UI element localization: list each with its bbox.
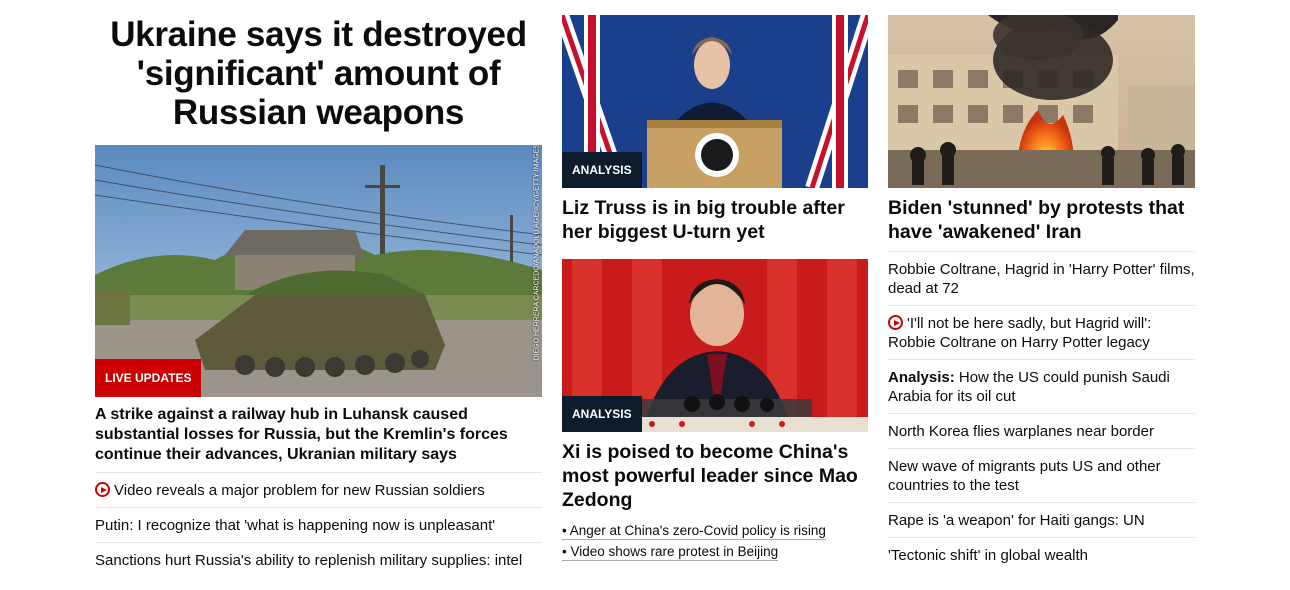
list-item: 'I'll not be here sadly, but Hagrid will… [888,305,1195,359]
bullet-link[interactable]: • Anger at China's zero-Covid policy is … [562,522,826,540]
lead-related-links: Video reveals a major problem for new Ru… [95,472,542,577]
headline-link-text: 'I'll not be here sadly, but Hagrid will… [888,315,1152,351]
list-item: North Korea flies warplanes near border [888,413,1195,448]
related-link[interactable]: Putin: I recognize that 'what is happeni… [95,517,495,534]
lead-story-headline[interactable]: A strike against a railway hub in Luhans… [95,405,542,465]
truss-story-image[interactable]: ANALYSIS [562,15,868,188]
list-item: Rape is 'a weapon' for Haiti gangs: UN [888,502,1195,537]
list-item: Video reveals a major problem for new Ru… [95,472,542,507]
xi-story-headline[interactable]: Xi is poised to become China's most powe… [562,440,868,512]
headline-link[interactable]: North Korea flies warplanes near border [888,423,1154,440]
list-item: New wave of migrants puts US and other c… [888,448,1195,502]
lead-story: Ukraine says it destroyed 'significant' … [95,0,542,577]
list-item: Analysis: How the US could punish Saudi … [888,359,1195,413]
headline-link[interactable]: Analysis: How the US could punish Saudi … [888,369,1170,405]
list-item: Sanctions hurt Russia's ability to reple… [95,542,542,577]
related-link[interactable]: Video reveals a major problem for new Ru… [95,482,485,499]
photo-credit: DIEGO HERRERA CARCEDO/ANADOLU AGENCY/GET… [533,145,541,361]
headline-link[interactable]: New wave of migrants puts US and other c… [888,458,1161,494]
analysis-badge: ANALYSIS [562,152,642,188]
protest-fire-photo [888,15,1195,188]
xi-story-image[interactable]: ANALYSIS [562,259,868,432]
list-item: 'Tectonic shift' in global wealth [888,537,1195,572]
analysis-badge: ANALYSIS [562,396,642,432]
lead-story-title-link[interactable]: Ukraine says it destroyed 'significant' … [110,15,527,132]
xi-story-bullets: • Anger at China's zero-Covid policy is … [562,522,868,561]
headline-link[interactable]: Rape is 'a weapon' for Haiti gangs: UN [888,512,1145,529]
iran-story-image[interactable] [888,15,1195,188]
list-item: Putin: I recognize that 'what is happeni… [95,507,542,542]
bullet-link[interactable]: • Video shows rare protest in Beijing [562,543,779,561]
list-item: Robbie Coltrane, Hagrid in 'Harry Potter… [888,251,1195,305]
lead-story-image[interactable]: DIEGO HERRERA CARCEDO/ANADOLU AGENCY/GET… [95,145,542,397]
related-link-text: Video reveals a major problem for new Ru… [114,482,485,499]
related-link[interactable]: Sanctions hurt Russia's ability to reple… [95,552,522,569]
headline-link[interactable]: Robbie Coltrane, Hagrid in 'Harry Potter… [888,261,1195,297]
right-headline-list: Robbie Coltrane, Hagrid in 'Harry Potter… [888,251,1195,572]
headline-link[interactable]: 'Tectonic shift' in global wealth [888,547,1088,564]
analysis-label: Analysis: [888,369,955,386]
play-icon [95,482,110,497]
right-column: Biden 'stunned' by protests that have 'a… [888,0,1195,572]
live-updates-badge: LIVE UPDATES [95,359,202,397]
iran-story-headline[interactable]: Biden 'stunned' by protests that have 'a… [888,196,1195,244]
middle-column: ANALYSIS Liz Truss is in big trouble aft… [562,0,868,564]
headline-link[interactable]: 'I'll not be here sadly, but Hagrid will… [888,315,1151,351]
play-icon [888,315,903,330]
truss-story-headline[interactable]: Liz Truss is in big trouble after her bi… [562,196,868,244]
lead-story-title: Ukraine says it destroyed 'significant' … [95,15,542,132]
